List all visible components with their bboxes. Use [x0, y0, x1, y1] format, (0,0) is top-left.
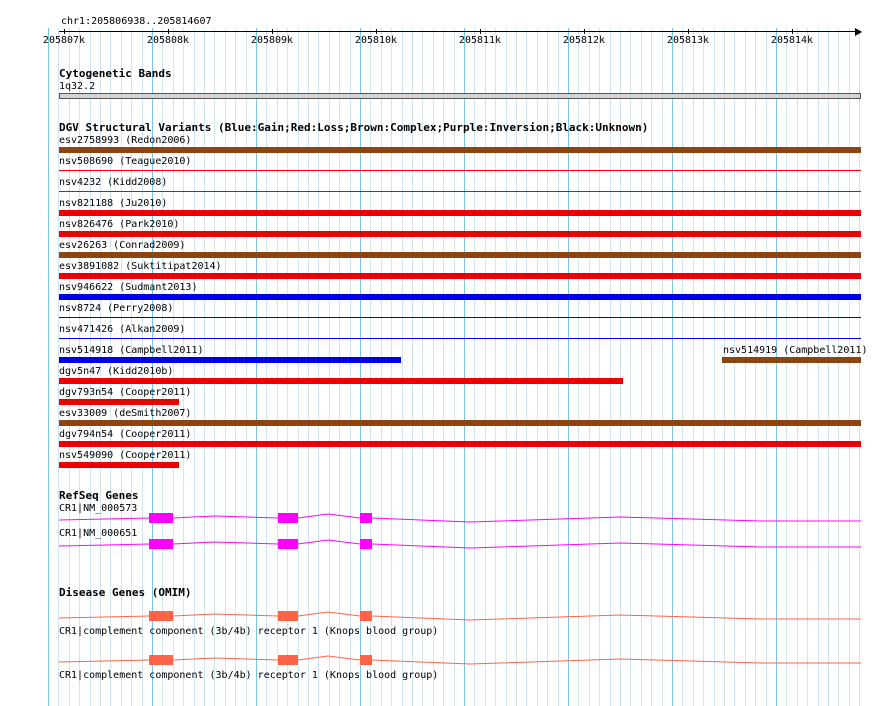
gene-intron-line [58, 539, 861, 549]
refseq-gene-models[interactable] [0, 0, 890, 706]
gene-exon [149, 655, 173, 665]
gene-exon [149, 611, 173, 621]
omim-gene-label[interactable]: CR1|complement component (3b/4b) recepto… [59, 670, 438, 681]
gene-intron-line [58, 513, 861, 523]
gene-exon [278, 611, 298, 621]
genome-browser: chr1:205806938..205814607 205807k 205808k… [0, 0, 890, 706]
gene-exon [278, 513, 298, 523]
omim-track-title: Disease Genes (OMIM) [59, 586, 192, 599]
omim-gene-label[interactable]: CR1|complement component (3b/4b) recepto… [59, 626, 438, 637]
gene-intron-line [58, 611, 861, 621]
gene-exon [278, 539, 298, 549]
gene-exon [278, 655, 298, 665]
gene-exon [360, 655, 372, 665]
gene-exon [360, 513, 372, 523]
gene-intron-line [58, 655, 861, 665]
gene-exon [149, 539, 173, 549]
gene-exon [360, 611, 372, 621]
gene-exon [149, 513, 173, 523]
gene-exon [360, 539, 372, 549]
